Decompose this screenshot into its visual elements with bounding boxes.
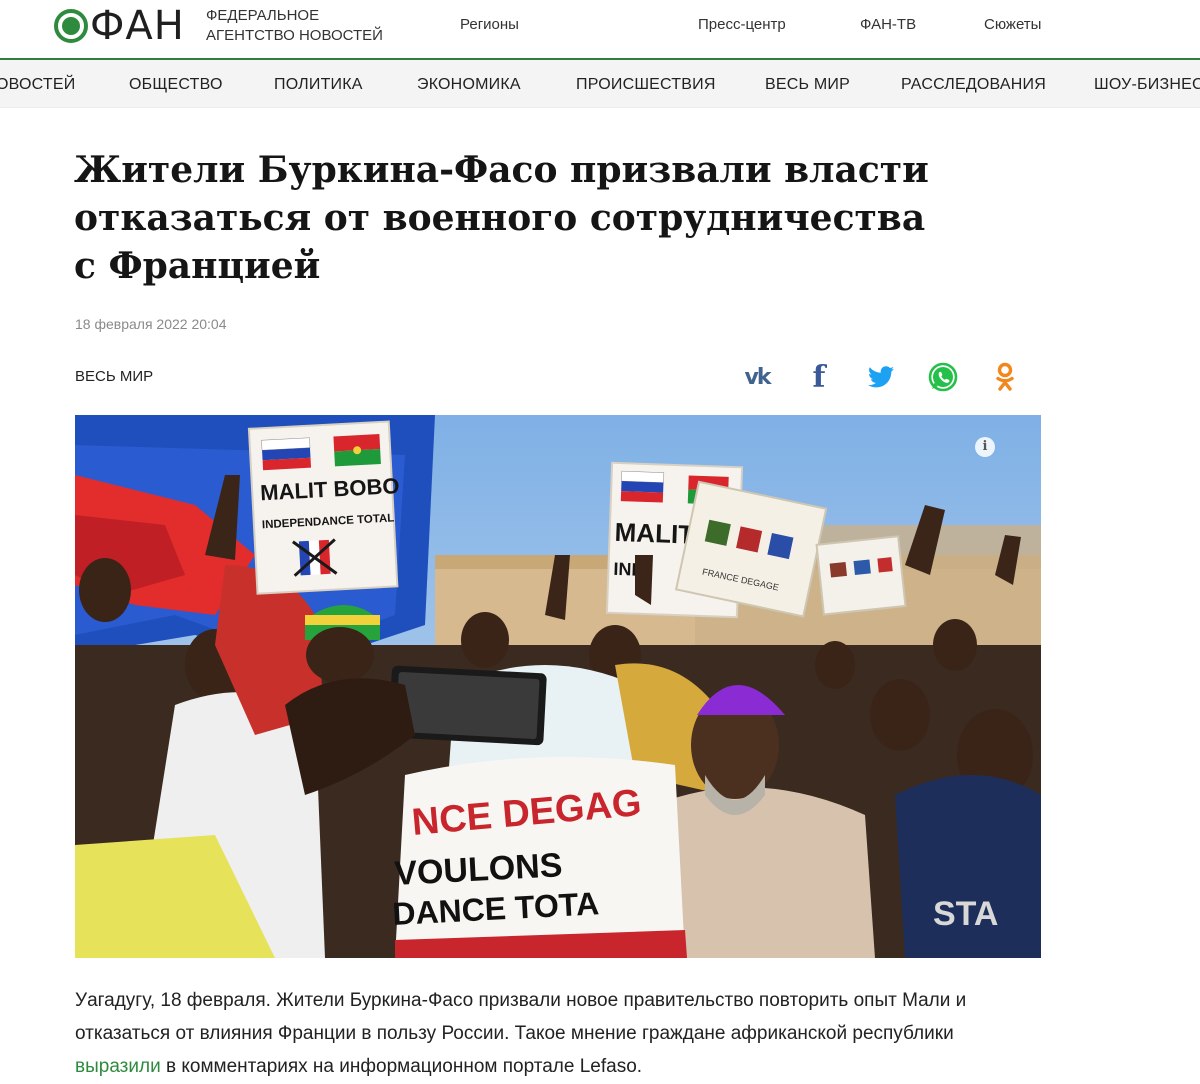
rubric-item-politics[interactable]: ПОЛИТИКА <box>274 76 363 94</box>
vk-icon: vk <box>744 364 772 390</box>
rubric-item-world[interactable]: ВЕСЬ МИР <box>765 76 850 94</box>
lead-source-link[interactable]: выразили <box>75 1056 161 1077</box>
site-header: ФАН ФЕДЕРАЛЬНОЕ АГЕНТСТВО НОВОСТЕЙ Регио… <box>0 0 1200 58</box>
photo-info-icon[interactable]: i <box>975 437 995 457</box>
share-odnoklassniki-button[interactable] <box>988 360 1022 394</box>
protest-photo-illustration: STA MALIT BOBO INDEPENDANCE TOTAL MALIT … <box>75 415 1041 958</box>
whatsapp-icon <box>928 362 958 392</box>
tagline-line-1: ФЕДЕРАЛЬНОЕ <box>206 7 320 24</box>
nav-press-center[interactable]: Пресс-центр <box>698 16 786 33</box>
lead-text-start: Уагадугу, 18 февраля. Жители Буркина-Фас… <box>75 990 967 1044</box>
sign-malit-text: MALIT <box>614 517 695 550</box>
share-facebook-button[interactable]: f <box>802 359 836 395</box>
share-vk-button[interactable]: vk <box>740 360 774 394</box>
rubric-item-society[interactable]: ОБЩЕСТВО <box>129 76 223 94</box>
article-lead: Уагадугу, 18 февраля. Жители Буркина-Фас… <box>75 984 1035 1083</box>
logo-text: ФАН <box>90 3 185 49</box>
rubric-item-economy[interactable]: ЭКОНОМИКА <box>417 76 521 94</box>
site-logo[interactable]: ФАН <box>54 6 185 46</box>
article-photo[interactable]: STA MALIT BOBO INDEPENDANCE TOTAL MALIT … <box>75 415 1041 958</box>
tagline-line-2: АГЕНТСТВО НОВОСТЕЙ <box>206 27 383 44</box>
odnoklassniki-icon <box>996 362 1014 391</box>
rubric-menu: ОВОСТЕЙ ОБЩЕСТВО ПОЛИТИКА ЭКОНОМИКА ПРОИ… <box>0 60 1200 108</box>
rubric-item-news[interactable]: ОВОСТЕЙ <box>0 76 75 94</box>
article-date: 18 февраля 2022 20:04 <box>75 316 227 332</box>
logo-circle-icon <box>54 9 88 43</box>
shirt-text: STA <box>933 895 998 933</box>
lead-text-end: в комментариях на информационном портале… <box>160 1056 643 1077</box>
nav-fan-tv[interactable]: ФАН-ТВ <box>860 16 916 33</box>
rubric-item-incidents[interactable]: ПРОИСШЕСТВИЯ <box>576 76 716 94</box>
nav-regions[interactable]: Регионы <box>460 16 519 33</box>
site-tagline: ФЕДЕРАЛЬНОЕ АГЕНТСТВО НОВОСТЕЙ <box>206 6 406 46</box>
nav-stories[interactable]: Сюжеты <box>984 16 1041 33</box>
article-title: Жители Буркина-Фасо призвали власти отка… <box>74 149 929 287</box>
facebook-icon: f <box>812 359 826 395</box>
rubric-item-showbiz[interactable]: ШОУ-БИЗНЕС <box>1094 76 1200 94</box>
twitter-icon <box>868 366 894 388</box>
rubric-item-investigations[interactable]: РАССЛЕДОВАНИЯ <box>901 76 1046 94</box>
share-twitter-button[interactable] <box>864 360 898 394</box>
share-whatsapp-button[interactable] <box>926 360 960 394</box>
article-section-link[interactable]: ВЕСЬ МИР <box>75 368 153 385</box>
